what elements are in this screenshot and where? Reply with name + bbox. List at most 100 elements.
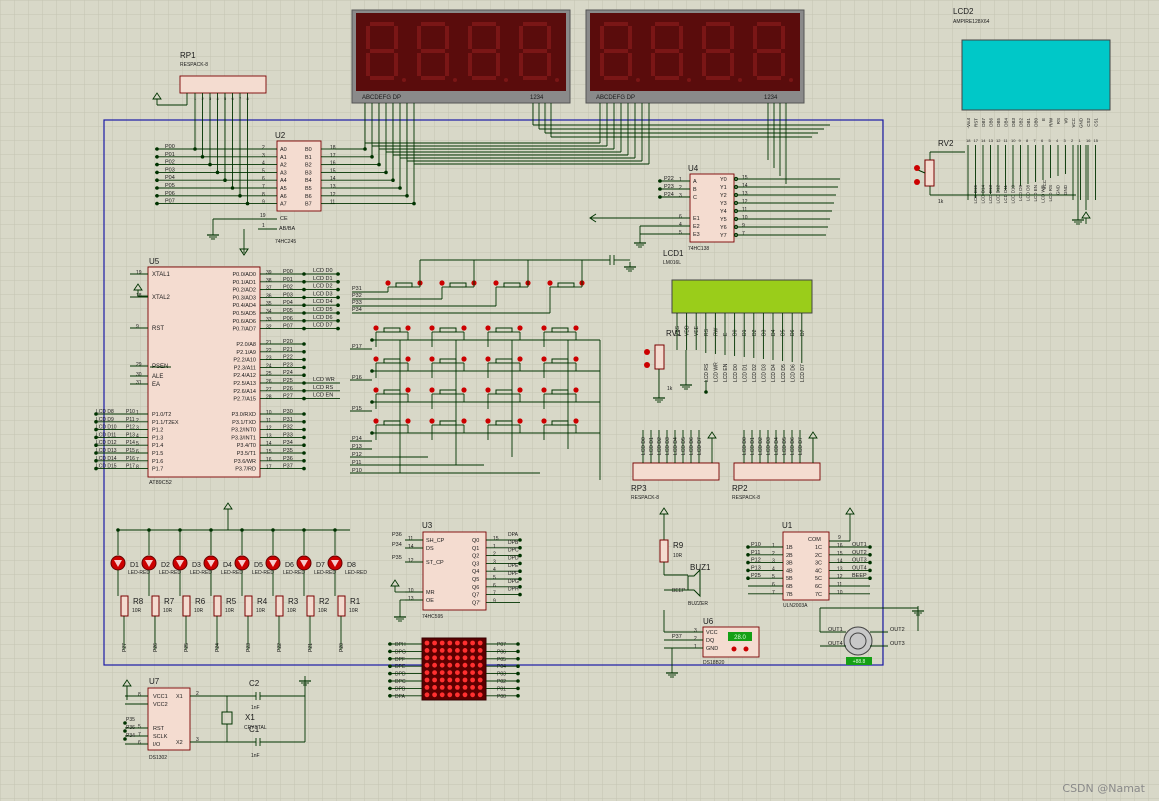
u5-pin-num: 24 <box>266 363 272 369</box>
u7-value: DS1302 <box>149 755 167 761</box>
u1-pin: 6C <box>815 584 822 590</box>
segment <box>757 76 781 80</box>
lcd2-pin-num: 15 <box>1094 138 1099 143</box>
u5-net: P22 <box>283 355 293 361</box>
matrix-led <box>455 655 460 661</box>
u5-pin-num: 13 <box>266 433 272 439</box>
u5-pin-num: 34 <box>266 309 272 315</box>
button-terminal <box>373 418 379 424</box>
u5-pin: P2.5/A13 <box>233 381 256 387</box>
u3-pin: Q1 <box>472 546 479 552</box>
segment-dp <box>504 78 508 82</box>
u5-pin-num: 31 <box>136 380 142 386</box>
segment-dp <box>636 78 640 82</box>
rp2-body <box>733 462 821 481</box>
button-terminal <box>373 387 379 393</box>
u4-pin: Y2 <box>720 193 727 199</box>
u5-pin-num: 27 <box>266 387 272 393</box>
segment <box>706 22 730 26</box>
resistor <box>213 595 222 617</box>
junction-dot <box>94 420 98 424</box>
lcd2-net: LCD EN <box>1033 185 1038 202</box>
led-ref: D1 <box>130 562 139 569</box>
segment <box>394 26 398 49</box>
matrix-led <box>432 692 437 698</box>
resistor-net: P26 <box>153 643 159 652</box>
segment <box>417 26 421 49</box>
u2-net-label: P05 <box>165 183 175 189</box>
segment <box>730 26 734 49</box>
u2-net-label: P01 <box>165 152 175 158</box>
u5-lcd-net: LCD D5 <box>313 307 333 313</box>
lcd1-net: LCD D6 <box>790 364 796 382</box>
lcd2-net: LCD D13 <box>988 185 993 204</box>
u5-net: P27 <box>283 394 293 400</box>
rv2-ref: RV2 <box>938 139 954 148</box>
junction-dot <box>518 585 522 589</box>
matrix-led <box>432 670 437 675</box>
matrix-led <box>432 640 437 646</box>
lcd2-net: LCD D15 <box>973 185 978 204</box>
junction-dot <box>377 162 381 167</box>
junction-dot <box>868 576 872 580</box>
junction-dot <box>405 194 409 198</box>
led-ref: D7 <box>316 562 325 569</box>
u3-net-out: DPF <box>508 571 518 577</box>
junction-dot <box>516 664 520 668</box>
u3-pin: Q3 <box>472 561 479 567</box>
u5-pin-num: 37 <box>266 286 272 292</box>
u5-pin-num: 36 <box>266 293 272 299</box>
u5-net: P05 <box>283 308 293 314</box>
button-terminal <box>429 356 435 362</box>
u1-net-out: OUT4 <box>852 565 867 571</box>
u1-pin: 1C <box>815 545 822 551</box>
resistor-ref: R6 <box>195 597 206 606</box>
u4-pin: E3 <box>693 232 700 238</box>
matrix-led <box>462 670 468 675</box>
lcd1-net: LCD D4 <box>771 364 777 382</box>
u1-pin: 3B <box>786 561 793 567</box>
resistor-ref: R2 <box>319 597 330 606</box>
matrix-led <box>439 692 445 698</box>
junction-dot <box>302 435 306 440</box>
segment <box>519 26 523 49</box>
u5-pin: P3.7/RD <box>235 467 256 473</box>
matrix-led <box>424 685 430 690</box>
dot-matrix-net: P00 <box>497 694 506 700</box>
dot-matrix-body <box>421 637 487 701</box>
u5-pin: P3.1/TXD <box>232 420 256 426</box>
junction-dot <box>658 195 662 199</box>
segment <box>519 53 523 76</box>
u5-pin-num: 23 <box>266 356 272 362</box>
matrix-led <box>470 692 475 698</box>
resistor-net: P24 <box>215 643 221 652</box>
junction-dot <box>370 369 374 373</box>
matrix-led <box>424 648 430 653</box>
u2-net-label: P04 <box>165 175 175 181</box>
junction-dot <box>363 147 367 151</box>
lcd2-pin: R/W <box>1049 117 1054 127</box>
u2-pin-label: B7 <box>305 202 312 208</box>
u5-net: P06 <box>283 316 293 322</box>
matrix-led <box>470 670 475 675</box>
u4-pin-num: 4 <box>679 222 682 228</box>
segment <box>651 53 655 76</box>
lcd1-value: LM016L <box>663 260 681 266</box>
u3-pin-num: 2 <box>493 552 496 558</box>
lcd2-pin-num: 18 <box>966 138 971 143</box>
junction-dot <box>271 528 275 532</box>
rv2-dot <box>914 165 920 171</box>
rp-net: LCD D3 <box>766 437 772 455</box>
u2-pin-num: 19 <box>260 213 266 219</box>
matrix-led <box>424 640 430 646</box>
u3-pin: DS <box>426 546 434 552</box>
resistor <box>337 595 346 617</box>
u1-net-out: OUT3 <box>852 558 867 564</box>
u5-pin: P0.3/AD3 <box>232 295 256 301</box>
u1-pin-num: 7 <box>772 590 775 596</box>
u4-pin-num: 6 <box>679 214 682 220</box>
rp-net: LCD D0 <box>641 437 647 455</box>
u1-net-out: BEEP <box>852 573 867 579</box>
u7-pin-num: 8 <box>138 692 141 698</box>
lcd2-pin: V0 <box>1064 118 1069 124</box>
